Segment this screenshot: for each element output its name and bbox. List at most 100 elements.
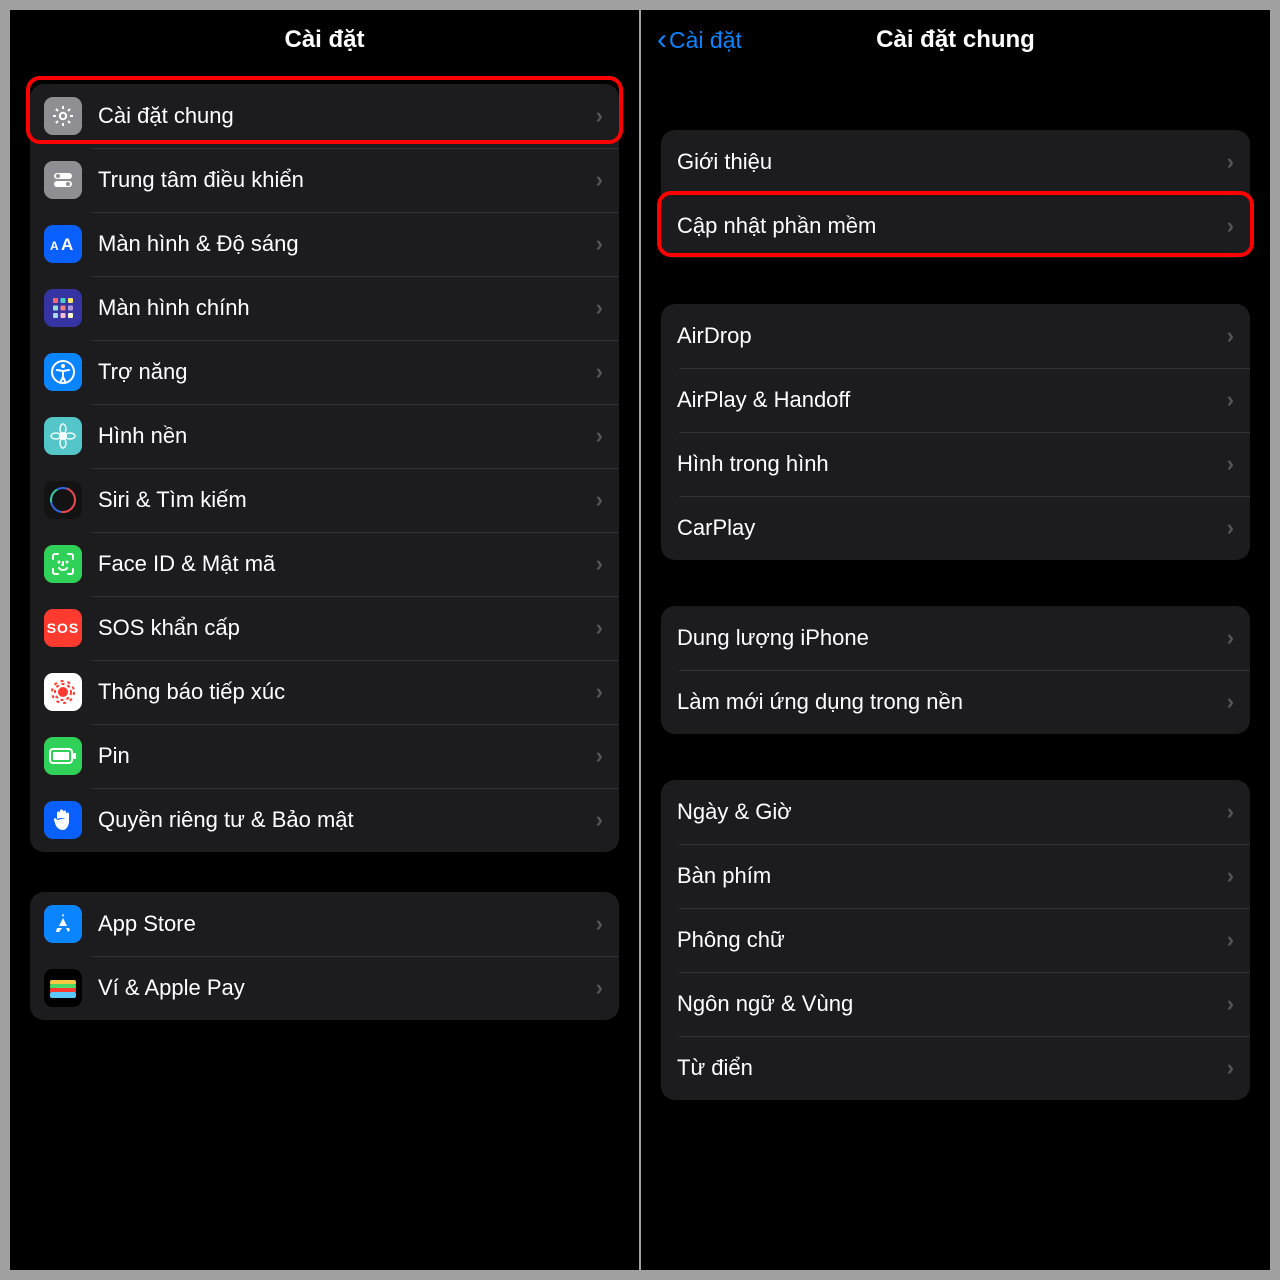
row-label: Ví & Apple Pay [98,975,596,1001]
settings-list: Cài đặt chung › Trung tâm điều khiển › A… [10,70,639,1020]
row-sos[interactable]: SOS SOS khẩn cấp › [30,596,619,660]
exposure-icon [44,673,82,711]
row-label: Dung lượng iPhone [677,625,1227,651]
row-privacy[interactable]: Quyền riêng tư & Bảo mật › [30,788,619,852]
row-fonts[interactable]: Phông chữ › [661,908,1250,972]
row-label: Ngày & Giờ [677,799,1227,825]
gear-icon [44,97,82,135]
page-title: Cài đặt [284,26,364,54]
row-label: Quyền riêng tư & Bảo mật [98,807,596,833]
row-label: SOS khẩn cấp [98,615,596,641]
general-settings-screen: ‹ Cài đặt Cài đặt chung Giới thiệu › Cập… [641,10,1270,1270]
flower-icon [44,417,82,455]
chevron-right-icon: › [1227,927,1234,953]
page-title: Cài đặt chung [876,26,1035,54]
row-airdrop[interactable]: AirDrop › [661,304,1250,368]
row-label: Thông báo tiếp xúc [98,679,596,705]
row-faceid[interactable]: Face ID & Mật mã › [30,532,619,596]
chevron-right-icon: › [596,679,603,705]
row-label: Hình trong hình [677,451,1227,477]
chevron-right-icon: › [596,743,603,769]
app-grid-icon [44,289,82,327]
hand-icon [44,801,82,839]
accessibility-icon [44,353,82,391]
chevron-right-icon: › [596,975,603,1001]
chevron-right-icon: › [1227,799,1234,825]
row-label: Trợ năng [98,359,596,385]
row-label: CarPlay [677,515,1227,541]
faceid-icon [44,545,82,583]
chevron-right-icon: › [1227,149,1234,175]
row-language[interactable]: Ngôn ngữ & Vùng › [661,972,1250,1036]
group-locale: Ngày & Giờ › Bàn phím › Phông chữ › Ngôn… [661,780,1250,1100]
row-label: Cài đặt chung [98,103,596,129]
row-dictionary[interactable]: Từ điển › [661,1036,1250,1100]
chevron-right-icon: › [596,807,603,833]
row-wallet[interactable]: Ví & Apple Pay › [30,956,619,1020]
row-label: Bàn phím [677,863,1227,889]
chevron-right-icon: › [596,911,603,937]
row-home-screen[interactable]: Màn hình chính › [30,276,619,340]
chevron-right-icon: › [596,103,603,129]
row-keyboard[interactable]: Bàn phím › [661,844,1250,908]
text-size-icon: AA [44,225,82,263]
row-carplay[interactable]: CarPlay › [661,496,1250,560]
chevron-right-icon: › [1227,1055,1234,1081]
svg-text:A: A [61,235,73,254]
row-storage[interactable]: Dung lượng iPhone › [661,606,1250,670]
chevron-right-icon: › [1227,515,1234,541]
group-storage: Dung lượng iPhone › Làm mới ứng dụng tro… [661,606,1250,734]
svg-text:A: A [50,239,59,253]
wallet-icon [44,969,82,1007]
row-display[interactable]: AA Màn hình & Độ sáng › [30,212,619,276]
chevron-right-icon: › [596,487,603,513]
row-label: AirPlay & Handoff [677,387,1227,413]
row-label: Giới thiệu [677,149,1227,175]
chevron-right-icon: › [596,295,603,321]
settings-group-store: App Store › Ví & Apple Pay › [30,892,619,1020]
row-bg-refresh[interactable]: Làm mới ứng dụng trong nền › [661,670,1250,734]
back-label: Cài đặt [669,27,742,54]
row-pip[interactable]: Hình trong hình › [661,432,1250,496]
appstore-icon [44,905,82,943]
row-siri[interactable]: Siri & Tìm kiếm › [30,468,619,532]
row-label: Pin [98,743,596,769]
chevron-right-icon: › [596,359,603,385]
row-label: Màn hình & Độ sáng [98,231,596,257]
chevron-right-icon: › [1227,625,1234,651]
settings-group-main: Cài đặt chung › Trung tâm điều khiển › A… [30,84,619,852]
back-button[interactable]: ‹ Cài đặt [657,23,742,57]
row-label: Màn hình chính [98,295,596,321]
header: ‹ Cài đặt Cài đặt chung [641,10,1270,70]
row-label: App Store [98,911,596,937]
chevron-right-icon: › [1227,689,1234,715]
row-label: Từ điển [677,1055,1227,1081]
settings-screen: Cài đặt Cài đặt chung › Trung tâm điều k… [10,10,639,1270]
row-general[interactable]: Cài đặt chung › [30,84,619,148]
row-accessibility[interactable]: Trợ năng › [30,340,619,404]
row-appstore[interactable]: App Store › [30,892,619,956]
chevron-right-icon: › [1227,323,1234,349]
row-wallpaper[interactable]: Hình nền › [30,404,619,468]
general-list: Giới thiệu › Cập nhật phần mềm › AirDrop… [641,70,1270,1100]
chevron-left-icon: ‹ [657,23,667,57]
row-label: AirDrop [677,323,1227,349]
group-about: Giới thiệu › Cập nhật phần mềm › [661,130,1250,258]
row-battery[interactable]: Pin › [30,724,619,788]
row-label: Làm mới ứng dụng trong nền [677,689,1227,715]
row-software-update[interactable]: Cập nhật phần mềm › [661,194,1250,258]
row-label: Ngôn ngữ & Vùng [677,991,1227,1017]
chevron-right-icon: › [596,423,603,449]
row-airplay[interactable]: AirPlay & Handoff › [661,368,1250,432]
row-datetime[interactable]: Ngày & Giờ › [661,780,1250,844]
chevron-right-icon: › [1227,991,1234,1017]
row-label: Trung tâm điều khiển [98,167,596,193]
row-label: Siri & Tìm kiếm [98,487,596,513]
row-control-center[interactable]: Trung tâm điều khiển › [30,148,619,212]
row-exposure[interactable]: Thông báo tiếp xúc › [30,660,619,724]
row-about[interactable]: Giới thiệu › [661,130,1250,194]
chevron-right-icon: › [1227,213,1234,239]
toggles-icon [44,161,82,199]
row-label: Face ID & Mật mã [98,551,596,577]
chevron-right-icon: › [1227,387,1234,413]
